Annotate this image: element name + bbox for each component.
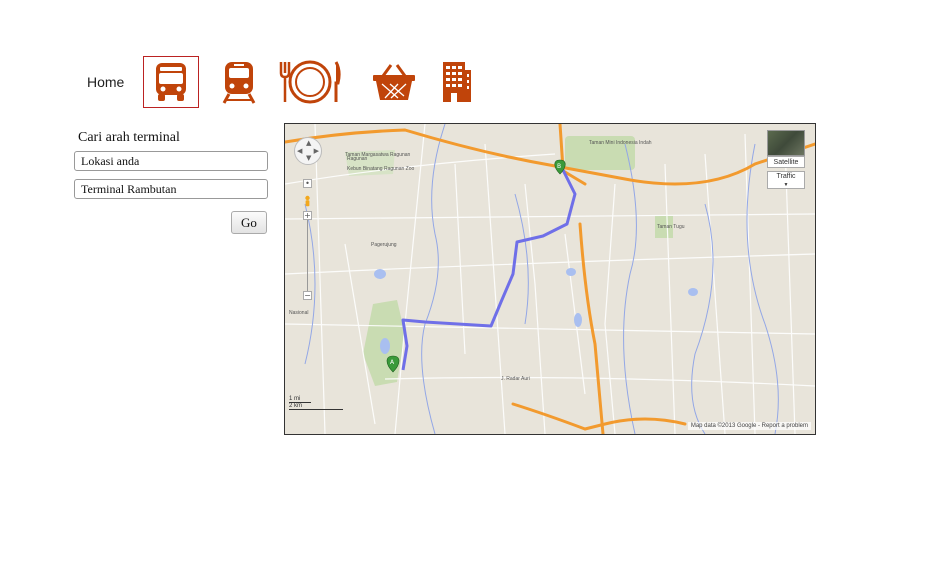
report-problem-link[interactable]: Report a problem bbox=[762, 423, 808, 429]
scale-mi: 1 mi bbox=[289, 396, 311, 403]
go-button[interactable]: Go bbox=[231, 211, 267, 234]
satellite-button[interactable]: Satellite bbox=[767, 156, 805, 168]
scale-km: 2 km bbox=[289, 403, 343, 410]
zoom-out-button[interactable]: − bbox=[303, 291, 312, 300]
copyright-text: Map data ©2013 Google bbox=[690, 423, 757, 429]
label-zoo: Kebun Binatang Ragunan Zoo bbox=[347, 166, 414, 172]
zoom-reset-button[interactable]: • bbox=[303, 179, 312, 188]
label-pagerujung: Pagerujung bbox=[371, 242, 397, 248]
nav-hotel-button[interactable] bbox=[428, 56, 484, 108]
train-icon bbox=[222, 62, 256, 104]
svg-text:B: B bbox=[557, 163, 561, 170]
bus-icon bbox=[156, 63, 186, 101]
map-canvas: Taman Mini Indonesia Indah Ragunan Pager… bbox=[285, 124, 815, 434]
label-taman-tugu: Taman Tugu bbox=[657, 224, 685, 230]
shopping-basket-icon bbox=[373, 64, 415, 100]
map-view[interactable]: Taman Mini Indonesia Indah Ragunan Pager… bbox=[284, 123, 816, 435]
satellite-thumbnail[interactable] bbox=[767, 130, 805, 156]
restaurant-icon bbox=[279, 60, 341, 104]
nav-bus-button[interactable] bbox=[143, 56, 199, 108]
label-taman: Taman Margasatwa Ragunan bbox=[345, 152, 411, 158]
label-radar: J. Radar Auri bbox=[501, 376, 530, 382]
zoom-slider-track[interactable] bbox=[307, 220, 308, 292]
map-scale: 1 mi 2 km bbox=[289, 396, 349, 416]
traffic-button[interactable]: Traffic ▼ bbox=[767, 171, 805, 189]
nav-shopping-button[interactable] bbox=[366, 56, 422, 108]
pegman-icon[interactable] bbox=[303, 195, 312, 209]
chevron-down-icon: ▼ bbox=[783, 182, 789, 188]
form-title: Cari arah terminal bbox=[78, 130, 180, 145]
zoom-control[interactable]: • + − bbox=[303, 179, 312, 307]
nav-home-link[interactable]: Home bbox=[87, 74, 124, 90]
label-nasional: Nasional bbox=[289, 310, 308, 316]
nav-train-button[interactable] bbox=[211, 56, 267, 108]
map-copyright: Map data ©2013 Google - Report a problem bbox=[687, 422, 811, 430]
destination-input[interactable] bbox=[74, 179, 268, 199]
traffic-label: Traffic bbox=[776, 173, 796, 180]
origin-input[interactable] bbox=[74, 151, 268, 171]
hotel-icon bbox=[443, 62, 471, 102]
zoom-in-button[interactable]: + bbox=[303, 211, 312, 220]
label-tmii: Taman Mini Indonesia Indah bbox=[589, 140, 652, 146]
pan-control[interactable]: ▲ ▼ ◀ ▶ bbox=[294, 137, 322, 165]
nav-restaurant-button[interactable] bbox=[277, 56, 343, 108]
